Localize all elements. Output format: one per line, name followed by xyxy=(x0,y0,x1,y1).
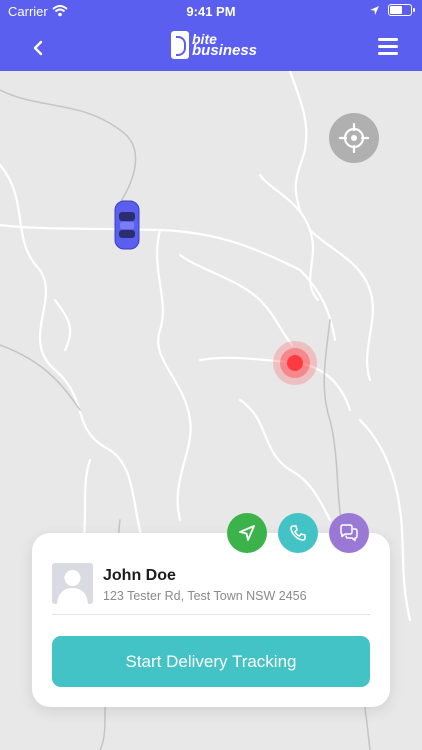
logo-mark xyxy=(171,31,189,59)
logo-wordmark: bite business xyxy=(192,32,258,59)
recenter-button[interactable] xyxy=(329,113,379,163)
navigate-button[interactable] xyxy=(227,513,267,553)
clock: 9:41 PM xyxy=(186,4,236,19)
hamburger-menu-icon[interactable] xyxy=(378,38,398,56)
location-arrow-icon xyxy=(370,5,379,15)
app-header: Carrier 9:41 PM bite business xyxy=(0,0,422,71)
brand-logo: bite business xyxy=(171,31,257,59)
phone-icon xyxy=(290,525,306,541)
delivery-card: John Doe 123 Tester Rd, Test Town NSW 24… xyxy=(32,533,390,707)
chat-button[interactable] xyxy=(329,513,369,553)
crosshair-icon xyxy=(339,123,369,153)
start-delivery-tracking-button[interactable]: Start Delivery Tracking xyxy=(52,636,370,687)
destination-pin-icon xyxy=(273,341,317,385)
customer-address: 123 Tester Rd, Test Town NSW 2456 xyxy=(103,589,307,603)
avatar-placeholder-icon xyxy=(52,563,93,604)
navigation-icon xyxy=(239,525,255,541)
call-button[interactable] xyxy=(278,513,318,553)
car-icon xyxy=(114,200,140,250)
customer-name: John Doe xyxy=(103,567,176,584)
back-chevron-icon xyxy=(33,40,43,56)
avatar xyxy=(52,563,93,604)
battery-icon xyxy=(388,4,415,16)
chat-icon xyxy=(340,524,358,542)
status-right xyxy=(369,4,415,16)
destination-pin-halo xyxy=(280,348,310,378)
destination-pin-dot xyxy=(287,355,303,371)
logo-line2: business xyxy=(192,42,258,59)
back-button[interactable] xyxy=(24,34,52,62)
status-bar: Carrier 9:41 PM xyxy=(0,0,422,22)
divider xyxy=(52,614,370,615)
